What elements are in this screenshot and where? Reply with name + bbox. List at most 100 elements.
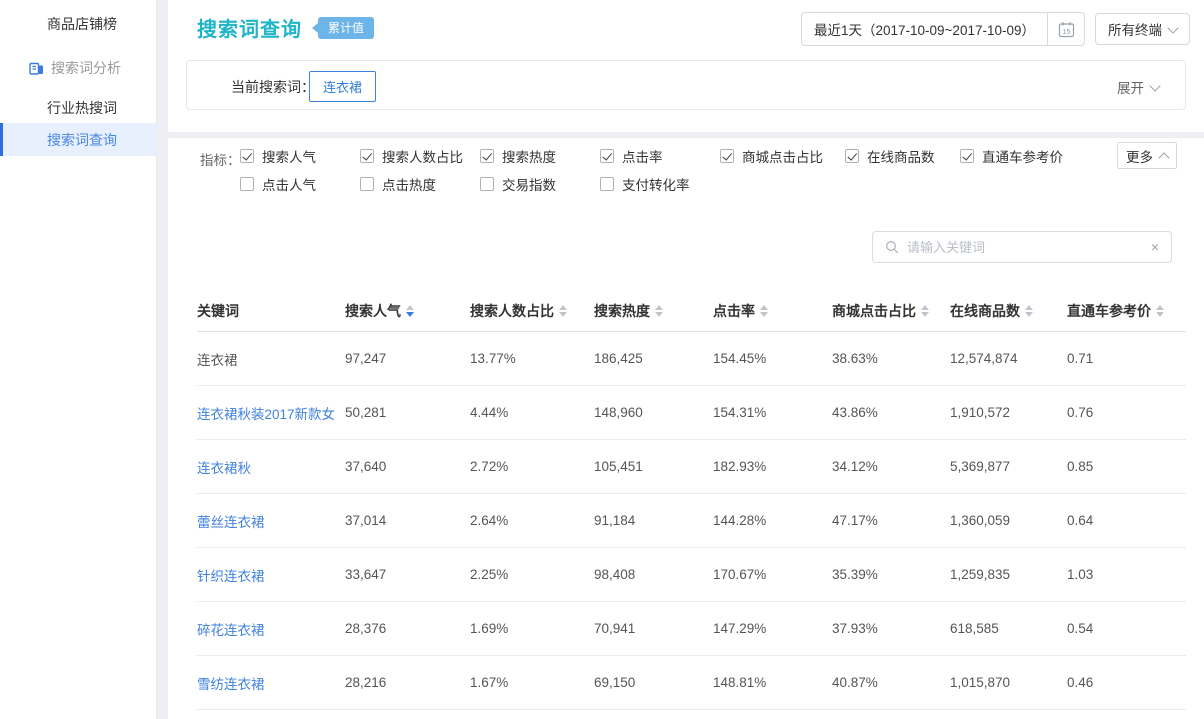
- indicators-label: 指标：: [200, 149, 241, 169]
- table-header-row: 关键词 搜索人气 搜索人数占比 搜索热度 点击率 商城点击占比 在线商品数 直通…: [197, 290, 1186, 332]
- keyword-link[interactable]: 蕾丝连衣裙: [197, 511, 345, 531]
- keyword-search-input[interactable]: [899, 240, 1151, 255]
- table-row: 针织连衣裙 33,647 2.25% 98,408 170.67% 35.39%…: [197, 548, 1186, 602]
- more-button[interactable]: 更多: [1117, 142, 1177, 169]
- value-cell: 2.25%: [470, 567, 594, 582]
- sort-icon[interactable]: [559, 305, 567, 317]
- col-mall-click-ratio[interactable]: 商城点击占比: [832, 301, 950, 321]
- indicator-label: 点击人气: [262, 174, 316, 194]
- checkbox-icon[interactable]: [720, 149, 734, 163]
- calendar-button[interactable]: 15: [1047, 13, 1084, 45]
- keyword-link[interactable]: 碎花连衣裙: [197, 619, 345, 639]
- value-cell: 105,451: [594, 459, 713, 474]
- keyword-cell: 连衣裙: [197, 349, 345, 369]
- analysis-icon: [29, 61, 44, 76]
- current-keyword-tag[interactable]: 连衣裙: [309, 71, 376, 102]
- checkbox-icon[interactable]: [600, 177, 614, 191]
- date-range-picker[interactable]: 最近1天（2017-10-09~2017-10-09） 15: [801, 12, 1085, 46]
- indicator-ztc-price[interactable]: 直通车参考价: [960, 146, 1063, 166]
- value-cell: 91,184: [594, 513, 713, 528]
- col-searcher-ratio[interactable]: 搜索人数占比: [470, 301, 594, 321]
- table-row: 碎花连衣裙 28,376 1.69% 70,941 147.29% 37.93%…: [197, 602, 1186, 656]
- value-cell: 38.63%: [832, 351, 950, 366]
- checkbox-icon[interactable]: [480, 177, 494, 191]
- keyword-link[interactable]: 针织连衣裙: [197, 565, 345, 585]
- sidebar-item-industry-hot-words[interactable]: 行业热搜词: [0, 94, 157, 122]
- value-cell: 148,960: [594, 405, 713, 420]
- col-search-heat[interactable]: 搜索热度: [594, 301, 713, 321]
- checkbox-icon[interactable]: [600, 149, 614, 163]
- col-online-products[interactable]: 在线商品数: [950, 301, 1067, 321]
- indicator-label: 在线商品数: [867, 146, 935, 166]
- terminal-dropdown[interactable]: 所有终端: [1095, 13, 1190, 45]
- value-cell: 34.12%: [832, 459, 950, 474]
- value-cell: 154.45%: [713, 351, 832, 366]
- keyword-link[interactable]: 连衣裙秋装2017新款女: [197, 403, 345, 423]
- value-cell: 0.85: [1067, 459, 1186, 474]
- value-cell: 147.29%: [713, 621, 832, 636]
- col-search-popularity[interactable]: 搜索人气: [345, 301, 470, 321]
- value-cell: 0.54: [1067, 621, 1186, 636]
- keyword-link[interactable]: 连衣裙秋: [197, 457, 345, 477]
- sidebar-item-product-shop-rank[interactable]: 商品店铺榜: [0, 10, 157, 38]
- date-range-text: 最近1天（2017-10-09~2017-10-09）: [802, 13, 1047, 45]
- indicator-searcher-ratio[interactable]: 搜索人数占比: [360, 146, 463, 166]
- indicator-ctr[interactable]: 点击率: [600, 146, 663, 166]
- checkbox-icon[interactable]: [360, 177, 374, 191]
- checkbox-icon[interactable]: [960, 149, 974, 163]
- expand-button[interactable]: 展开: [1117, 77, 1159, 97]
- sort-icon[interactable]: [921, 305, 929, 317]
- indicator-label: 搜索人气: [262, 146, 316, 166]
- current-search-word-card: 当前搜索词： 连衣裙 展开: [186, 60, 1186, 110]
- sort-icon[interactable]: [406, 305, 414, 317]
- sort-icon[interactable]: [1156, 305, 1164, 317]
- sort-icon[interactable]: [655, 305, 663, 317]
- indicator-search-heat[interactable]: 搜索热度: [480, 146, 556, 166]
- value-cell: 186,425: [594, 351, 713, 366]
- indicator-payment-conversion[interactable]: 支付转化率: [600, 174, 690, 194]
- svg-text:15: 15: [1062, 27, 1070, 36]
- indicator-online-products[interactable]: 在线商品数: [845, 146, 935, 166]
- indicator-click-popularity[interactable]: 点击人气: [240, 174, 316, 194]
- indicator-label: 商城点击占比: [742, 146, 823, 166]
- indicator-click-heat[interactable]: 点击热度: [360, 174, 436, 194]
- indicator-label: 点击热度: [382, 174, 436, 194]
- checkbox-icon[interactable]: [240, 149, 254, 163]
- sidebar-group-search-word-analysis[interactable]: 搜索词分析: [0, 54, 157, 82]
- value-cell: 43.86%: [832, 405, 950, 420]
- indicator-label: 搜索人数占比: [382, 146, 463, 166]
- col-ztc-price[interactable]: 直通车参考价: [1067, 301, 1186, 321]
- indicator-label: 交易指数: [502, 174, 556, 194]
- current-search-word-label: 当前搜索词：: [231, 77, 315, 97]
- search-icon: [885, 240, 899, 254]
- main-panel: 指标： 搜索人气 搜索人数占比 搜索热度 点击率 商城点击占比 在线商品数 直通…: [168, 138, 1204, 719]
- sort-icon[interactable]: [1025, 305, 1033, 317]
- sidebar-item-search-word-query[interactable]: 搜索词查询: [0, 123, 157, 156]
- indicator-mall-click-ratio[interactable]: 商城点击占比: [720, 146, 823, 166]
- value-cell: 2.72%: [470, 459, 594, 474]
- indicator-label: 搜索热度: [502, 146, 556, 166]
- value-cell: 1,360,059: [950, 513, 1067, 528]
- value-cell: 170.67%: [713, 567, 832, 582]
- checkbox-icon[interactable]: [845, 149, 859, 163]
- sort-icon[interactable]: [760, 305, 768, 317]
- value-cell: 37.93%: [832, 621, 950, 636]
- value-cell: 148.81%: [713, 675, 832, 690]
- table-row: 连衣裙 97,247 13.77% 186,425 154.45% 38.63%…: [197, 332, 1186, 386]
- table-row: 雪纺连衣裙 28,216 1.67% 69,150 148.81% 40.87%…: [197, 656, 1186, 710]
- checkbox-icon[interactable]: [360, 149, 374, 163]
- value-cell: 2.64%: [470, 513, 594, 528]
- value-cell: 37,014: [345, 513, 470, 528]
- clear-icon[interactable]: ×: [1151, 240, 1159, 254]
- value-cell: 98,408: [594, 567, 713, 582]
- value-cell: 1.69%: [470, 621, 594, 636]
- checkbox-icon[interactable]: [240, 177, 254, 191]
- indicator-transaction-index[interactable]: 交易指数: [480, 174, 556, 194]
- value-cell: 97,247: [345, 351, 470, 366]
- indicator-search-popularity[interactable]: 搜索人气: [240, 146, 316, 166]
- indicator-label: 点击率: [622, 146, 663, 166]
- checkbox-icon[interactable]: [480, 149, 494, 163]
- table-row: 连衣裙秋 37,640 2.72% 105,451 182.93% 34.12%…: [197, 440, 1186, 494]
- col-ctr[interactable]: 点击率: [713, 301, 832, 321]
- keyword-link[interactable]: 雪纺连衣裙: [197, 673, 345, 693]
